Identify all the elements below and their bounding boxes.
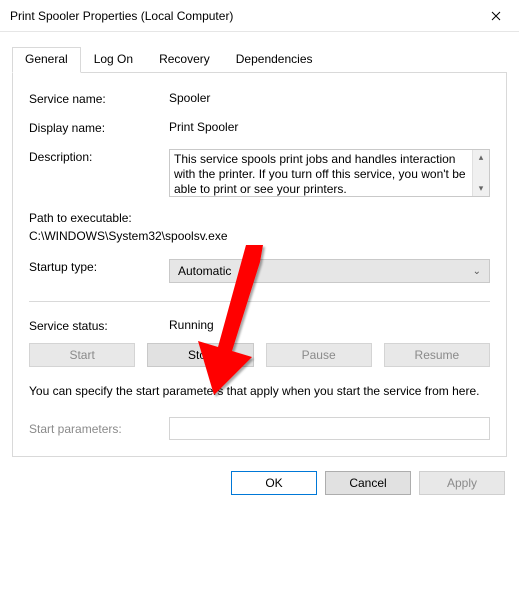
display-name-value: Print Spooler xyxy=(169,120,490,134)
tab-dependencies[interactable]: Dependencies xyxy=(223,47,326,73)
titlebar: Print Spooler Properties (Local Computer… xyxy=(0,0,519,32)
service-status-label: Service status: xyxy=(29,318,169,333)
close-button[interactable] xyxy=(473,0,519,32)
service-status-value: Running xyxy=(169,318,490,332)
startup-type-label: Startup type: xyxy=(29,259,169,274)
separator xyxy=(29,301,490,302)
stop-button[interactable]: Stop xyxy=(147,343,253,367)
tab-logon[interactable]: Log On xyxy=(81,47,146,73)
pause-button: Pause xyxy=(266,343,372,367)
path-block: Path to executable: C:\WINDOWS\System32\… xyxy=(29,211,490,243)
scroll-down-icon: ▾ xyxy=(479,183,484,194)
apply-button: Apply xyxy=(419,471,505,495)
path-value: C:\WINDOWS\System32\spoolsv.exe xyxy=(29,229,490,243)
display-name-label: Display name: xyxy=(29,120,169,135)
cancel-button[interactable]: Cancel xyxy=(325,471,411,495)
tab-recovery[interactable]: Recovery xyxy=(146,47,223,73)
description-box: This service spools print jobs and handl… xyxy=(169,149,490,197)
startup-type-value: Automatic xyxy=(178,264,231,278)
startup-type-select[interactable]: Automatic ⌄ xyxy=(169,259,490,283)
service-control-buttons: Start Stop Pause Resume xyxy=(29,343,490,367)
tab-general[interactable]: General xyxy=(12,47,81,73)
chevron-down-icon: ⌄ xyxy=(473,266,481,277)
start-button: Start xyxy=(29,343,135,367)
path-label: Path to executable: xyxy=(29,211,490,225)
tab-strip: General Log On Recovery Dependencies xyxy=(12,46,507,73)
start-parameters-label: Start parameters: xyxy=(29,422,169,436)
scroll-up-icon: ▴ xyxy=(479,152,484,163)
tab-panel-general: Service name: Spooler Display name: Prin… xyxy=(12,73,507,457)
dialog-buttons: OK Cancel Apply xyxy=(0,457,519,509)
parameters-hint: You can specify the start parameters tha… xyxy=(29,383,490,399)
service-name-value: Spooler xyxy=(169,91,490,105)
start-parameters-input xyxy=(169,417,490,440)
description-label: Description: xyxy=(29,149,169,164)
service-name-label: Service name: xyxy=(29,91,169,106)
description-scrollbar[interactable]: ▴ ▾ xyxy=(472,150,489,196)
close-icon xyxy=(491,11,501,21)
ok-button[interactable]: OK xyxy=(231,471,317,495)
description-text: This service spools print jobs and handl… xyxy=(170,150,472,196)
resume-button: Resume xyxy=(384,343,490,367)
window-title: Print Spooler Properties (Local Computer… xyxy=(10,9,233,23)
start-parameters-row: Start parameters: xyxy=(29,417,490,440)
